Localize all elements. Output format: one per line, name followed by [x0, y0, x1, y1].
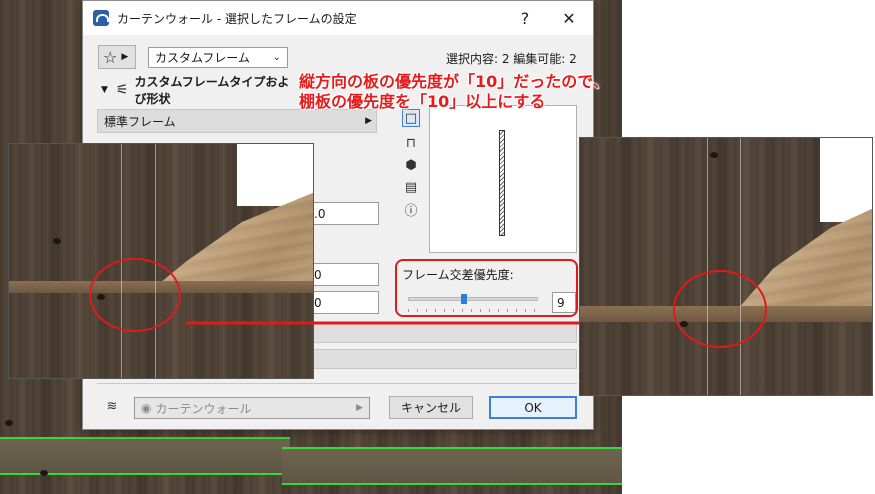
annotation-text: 縦方向の板の優先度が「10」だったので、 棚板の優先度を「10」以上にする	[299, 72, 639, 112]
preset-dropdown[interactable]: カスタムフレーム ⌄	[148, 47, 288, 68]
before-sky	[237, 144, 313, 206]
layer-dropdown[interactable]: ◉ カーテンウォール ▶	[134, 397, 370, 419]
section-header[interactable]: ▼ ⚟ カスタムフレームタイプおよび形状	[97, 75, 297, 106]
value-field-1[interactable]: .0	[309, 202, 379, 225]
after-circle	[673, 270, 767, 348]
section-view-icon[interactable]: ⊓	[402, 134, 420, 152]
frame-type-value: 標準フレーム	[104, 114, 176, 129]
dialog-titlebar: カーテンウォール - 選択したフレームの設定 ? ✕	[83, 1, 593, 35]
frame-type-icon: ⚟	[115, 82, 129, 98]
wood-knot	[53, 238, 61, 244]
wood-knot	[5, 420, 13, 426]
chevron-down-icon: ⌄	[272, 52, 281, 63]
value-field-3-text: 0	[314, 295, 322, 310]
layer-dropdown-value: カーテンウォール	[155, 401, 252, 416]
dialog-title: カーテンウォール - 選択したフレームの設定	[117, 11, 357, 26]
frame-profile-preview	[499, 130, 505, 236]
highlighted-shelf-right	[282, 447, 622, 485]
chevron-right-icon: ▶	[121, 52, 129, 62]
value-field-2[interactable]: 0	[309, 263, 379, 286]
wood-knot	[40, 470, 48, 476]
value-field-1-text: .0	[314, 206, 326, 221]
layer-icon: ≋	[106, 398, 118, 414]
ok-button[interactable]: OK	[489, 396, 577, 419]
before-circle	[89, 258, 181, 332]
wood-knot	[710, 152, 718, 158]
info-icon[interactable]: ⓘ	[402, 200, 420, 219]
curtain-wall-app-icon	[93, 10, 109, 26]
frame-line	[707, 138, 708, 395]
before-photo	[8, 143, 314, 379]
favorites-button[interactable]: ☆ ▶	[98, 45, 136, 69]
star-icon: ☆	[103, 47, 118, 67]
after-sky	[820, 138, 872, 222]
frame-line	[740, 138, 741, 395]
divider	[97, 383, 577, 384]
annotation-line-1: 縦方向の板の優先度が「10」だったので、	[299, 72, 609, 91]
chevron-right-icon: ▶	[356, 403, 363, 413]
preset-dropdown-value: カスタムフレーム	[155, 51, 250, 65]
frame-preview	[429, 105, 577, 253]
priority-highlight-box	[395, 259, 578, 317]
eye-icon: ◉	[141, 401, 152, 415]
help-button[interactable]: ?	[511, 5, 539, 31]
collapse-arrow-icon: ▼	[101, 85, 108, 95]
value-field-3[interactable]: 0	[309, 291, 379, 314]
value-field-2-text: 0	[314, 267, 322, 282]
close-button[interactable]: ✕	[555, 5, 583, 31]
cancel-button[interactable]: キャンセル	[389, 396, 473, 419]
section-header-label: カスタムフレームタイプおよび形状	[134, 75, 290, 106]
annotation-line-2: 棚板の優先度を「10」以上にする	[299, 92, 546, 111]
film-strip-icon[interactable]: ▤	[402, 178, 420, 196]
frame-type-dropdown[interactable]: 標準フレーム ▶	[97, 109, 377, 133]
after-photo	[579, 137, 873, 396]
selection-info: 選択内容: 2 編集可能: 2	[446, 52, 577, 66]
chevron-right-icon: ▶	[365, 116, 372, 126]
3d-view-icon[interactable]: ⬢	[402, 156, 420, 174]
